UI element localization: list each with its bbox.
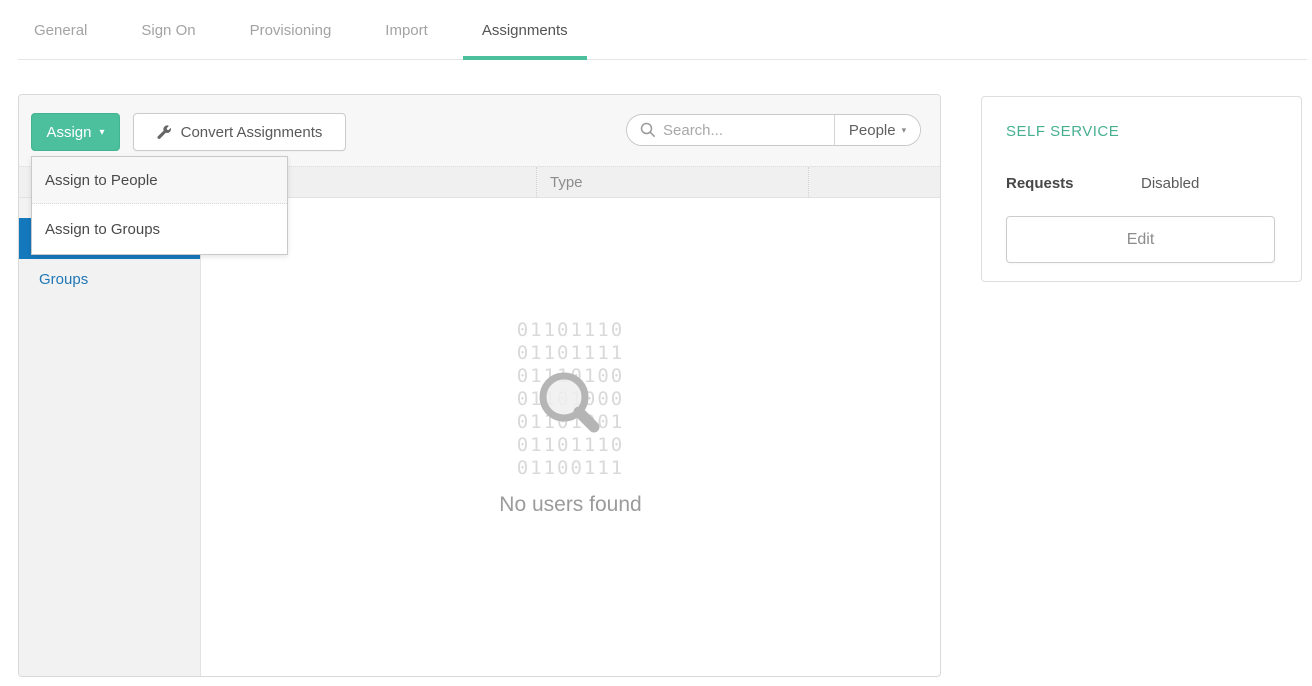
filter-sidebar: People Groups [19, 198, 201, 676]
tab-import[interactable]: Import [366, 0, 447, 60]
convert-assignments-button[interactable]: Convert Assignments [133, 113, 346, 151]
search-scope-selector[interactable]: People ▾ [834, 115, 920, 145]
tab-assignments[interactable]: Assignments [463, 0, 587, 60]
requests-status-value: Disabled [1141, 175, 1199, 192]
tab-general[interactable]: General [15, 0, 106, 60]
tab-sign-on[interactable]: Sign On [122, 0, 214, 60]
self-service-panel: SELF SERVICE Requests Disabled Edit [981, 96, 1302, 282]
tab-separator-line [18, 59, 1307, 60]
self-service-title: SELF SERVICE [1006, 123, 1119, 140]
menu-item-assign-to-people[interactable]: Assign to People [32, 157, 287, 204]
assign-dropdown-menu: Assign to People Assign to Groups [31, 156, 288, 255]
table-header-actions [808, 167, 940, 197]
table-header-type: Type [536, 167, 808, 197]
edit-button[interactable]: Edit [1006, 216, 1275, 263]
menu-item-assign-to-groups[interactable]: Assign to Groups [32, 204, 287, 254]
app-tab-bar: General Sign On Provisioning Import Assi… [0, 0, 1312, 60]
requests-label: Requests [1006, 175, 1141, 192]
convert-assignments-label: Convert Assignments [181, 124, 323, 141]
assign-button-label: Assign [46, 124, 91, 141]
sidebar-item-groups[interactable]: Groups [19, 259, 200, 300]
wrench-icon [157, 125, 172, 140]
assign-button[interactable]: Assign ▾ [31, 113, 120, 151]
chevron-down-icon: ▾ [902, 125, 907, 136]
search-icon [640, 122, 656, 138]
search-pill: People ▾ [626, 114, 921, 146]
tab-provisioning[interactable]: Provisioning [231, 0, 351, 60]
search-scope-label: People [849, 122, 896, 139]
chevron-down-icon: ▾ [100, 127, 105, 138]
search-input[interactable] [663, 122, 813, 139]
magnifier-icon [534, 367, 610, 443]
assignments-panel: Assign ▾ Convert Assignments [18, 94, 941, 677]
empty-state-message: No users found [201, 493, 940, 517]
